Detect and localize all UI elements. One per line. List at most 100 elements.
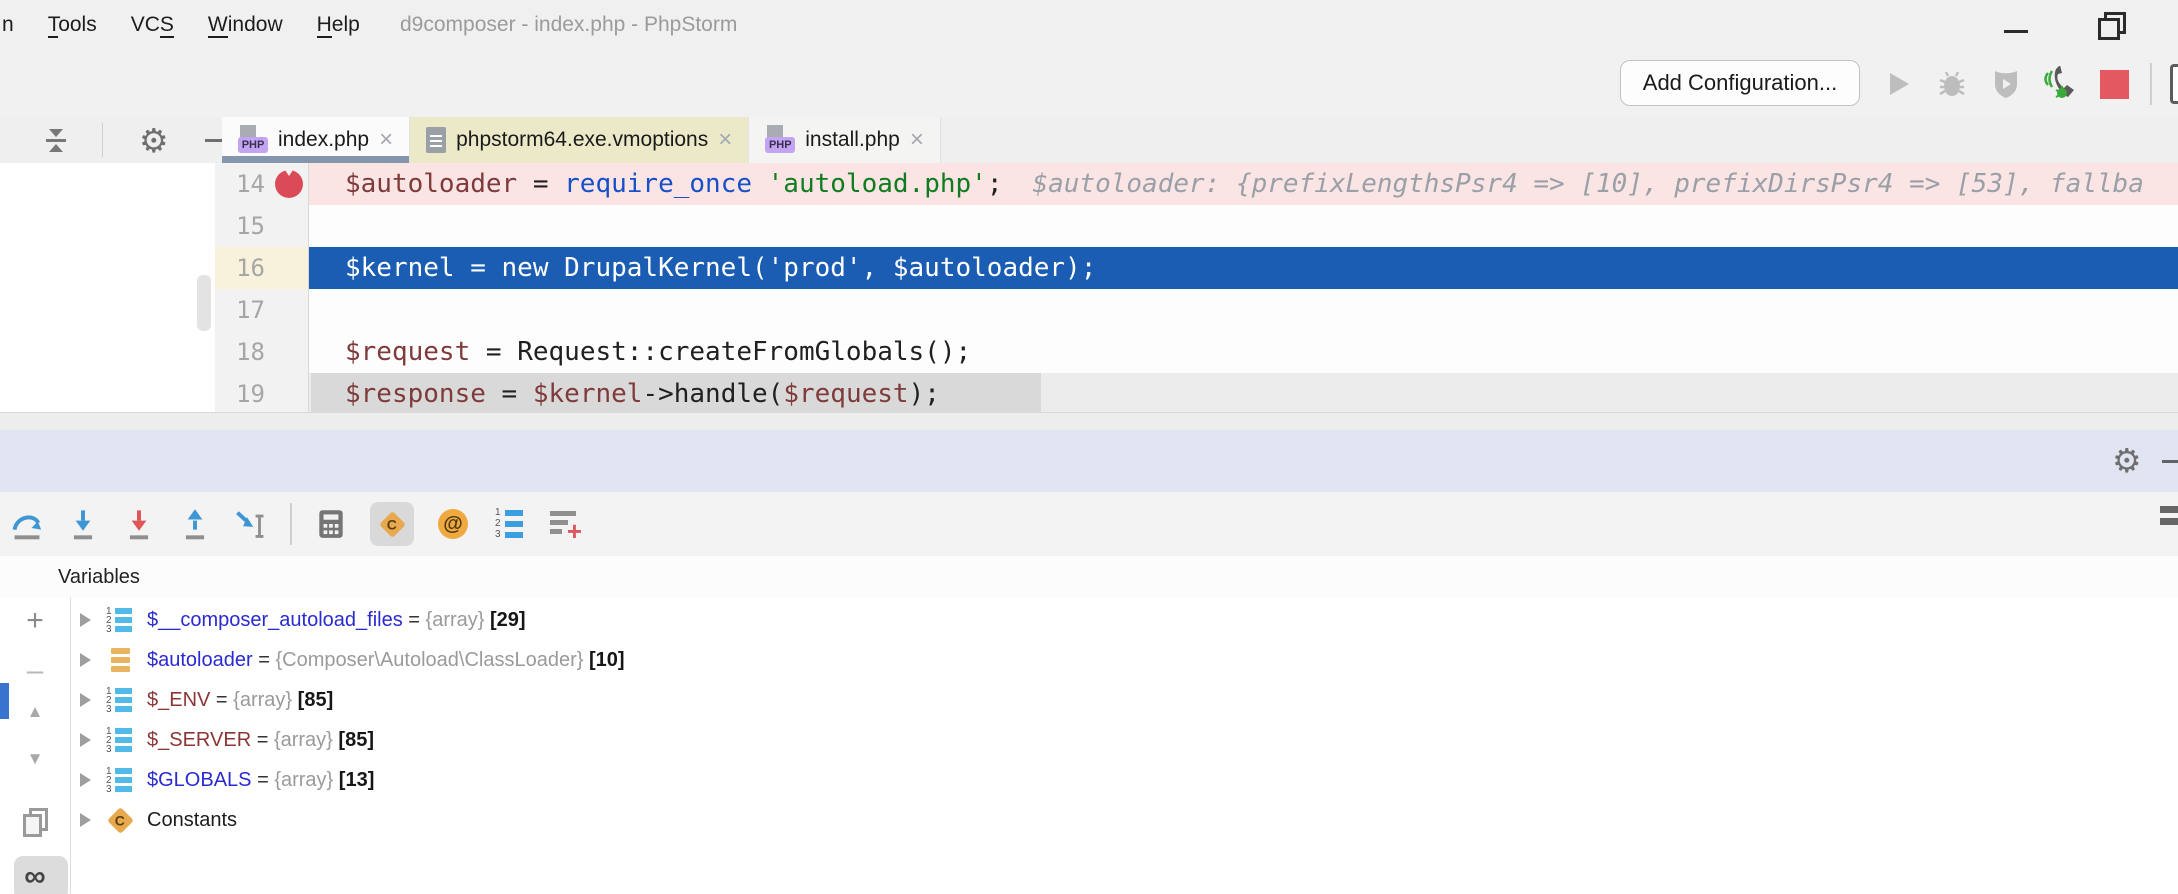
code-line-17[interactable]: 17 — [215, 289, 2178, 331]
code-token — [752, 169, 768, 199]
window-minimize-button[interactable] — [2004, 30, 2028, 33]
code-line-16[interactable]: 16 $kernel = new DrupalKernel('prod', $au… — [215, 247, 2178, 289]
php-file-icon: PHP — [238, 125, 268, 155]
breakpoint-icon[interactable] — [275, 170, 303, 198]
editor-settings-gear-icon[interactable]: ⚙ — [139, 124, 169, 157]
at-icon: @ — [438, 509, 468, 539]
menu-mnemonic: S — [160, 13, 174, 38]
gutter-line-18[interactable]: 18 — [215, 331, 309, 373]
code-editor[interactable]: 14$autoloader = require_once 'autoload.p… — [215, 163, 2178, 412]
code-token: $kernel = new DrupalKernel('prod', $auto… — [345, 253, 1096, 283]
code-line-15[interactable]: 15 — [215, 205, 2178, 247]
tab-phpstorm64-exe-vmoptions[interactable]: phpstorm64.exe.vmoptions× — [410, 117, 749, 163]
remove-watch-button[interactable]: – — [0, 654, 70, 688]
show-indices-toggle[interactable]: 1 2 3 — [492, 507, 526, 541]
code-token: ->handle( — [642, 379, 783, 409]
gutter-line-16[interactable]: 16 — [215, 247, 309, 289]
tab-close-icon[interactable]: × — [910, 128, 924, 152]
tab-close-icon[interactable]: × — [718, 128, 732, 152]
step-into-button[interactable] — [66, 507, 100, 541]
expand-arrow-icon[interactable] — [80, 773, 91, 787]
add-watch-button[interactable]: + — [0, 604, 70, 638]
variable-row[interactable]: 123 $_ENV = {array} [85] — [70, 680, 2178, 720]
project-panel-empty — [0, 163, 216, 412]
expand-arrow-icon[interactable] — [80, 813, 91, 827]
expand-arrow-icon[interactable] — [80, 613, 91, 627]
stop-button[interactable] — [2096, 66, 2132, 102]
variable-row[interactable]: 123$__composer_autoload_files = {array} … — [70, 600, 2178, 640]
array-type-icon: 123 — [105, 687, 135, 713]
code-text[interactable]: $autoloader = require_once 'autoload.php… — [309, 163, 2178, 205]
run-to-cursor-button[interactable] — [234, 507, 268, 541]
variable-text: $_ENV = {array} [85] — [147, 689, 333, 712]
variable-name: $_ENV — [147, 689, 210, 711]
copy-button[interactable] — [0, 808, 70, 834]
gutter-line-14[interactable]: 14 — [215, 163, 309, 205]
run-debug-icons — [1880, 65, 2178, 103]
debug-hide-icon[interactable] — [2162, 460, 2178, 463]
menu-bar: n Tools VCS Window Help — [2, 0, 360, 50]
tab-install-php[interactable]: PHPinstall.php× — [749, 117, 941, 163]
step-over-button[interactable] — [10, 507, 44, 541]
run-button[interactable] — [1880, 66, 1916, 102]
menu-vcs[interactable]: VCS — [131, 13, 174, 37]
gutter-line-15[interactable]: 15 — [215, 205, 309, 247]
expand-arrow-icon[interactable] — [80, 733, 91, 747]
listen-debug-connections-button[interactable] — [2042, 66, 2078, 102]
code-token: $autoloader — [345, 169, 517, 199]
variable-row[interactable]: 123$GLOBALS = {array} [13] — [70, 760, 2178, 800]
variable-row[interactable]: 123$_SERVER = {array} [85] — [70, 720, 2178, 760]
code-text[interactable] — [309, 289, 2178, 331]
calculator-icon — [315, 507, 347, 541]
tab-index-php[interactable]: PHPindex.php× — [222, 117, 410, 163]
code-line-14[interactable]: 14$autoloader = require_once 'autoload.p… — [215, 163, 2178, 205]
tab-close-icon[interactable]: × — [379, 128, 393, 152]
code-text[interactable] — [309, 205, 2178, 247]
panel-splitter[interactable] — [0, 412, 2178, 431]
line-number: 16 — [215, 247, 265, 289]
debug-settings-gear-icon[interactable]: ⚙ — [2112, 444, 2142, 477]
text-file-icon — [426, 127, 446, 153]
variable-count: [13] — [333, 769, 374, 791]
toolbar-separator — [2150, 63, 2152, 105]
menu-help[interactable]: Help — [317, 13, 360, 37]
code-line-18[interactable]: 18$request = Request::createFromGlobals(… — [215, 331, 2178, 373]
debug-button[interactable] — [1934, 66, 1970, 102]
variable-type: {array} — [274, 769, 333, 791]
add-configuration-button[interactable]: Add Configuration... — [1620, 60, 1860, 106]
step-out-button[interactable] — [178, 507, 212, 541]
menu-tools[interactable]: Tools — [48, 13, 97, 37]
move-up-button[interactable]: ▲ — [0, 702, 70, 722]
menu-window[interactable]: Window — [208, 13, 283, 37]
evaluate-expression-button[interactable] — [314, 507, 348, 541]
expand-arrow-icon[interactable] — [80, 693, 91, 707]
scrollbar-thumb[interactable] — [197, 275, 211, 331]
step-into-icon — [66, 507, 100, 541]
code-line-19[interactable]: 19$response = $kernel->handle($request); — [215, 373, 2178, 412]
constant-group-icon: C — [105, 811, 135, 830]
show-constants-toggle[interactable]: C — [370, 502, 414, 546]
window-restore-button[interactable] — [2098, 12, 2124, 38]
variable-type: {Composer\Autoload\ClassLoader} — [275, 649, 583, 671]
move-down-button[interactable]: ▼ — [0, 749, 70, 769]
run-anything-button[interactable] — [2170, 64, 2178, 104]
collapse-panels-icon[interactable] — [46, 129, 66, 152]
code-text[interactable]: $kernel = new DrupalKernel('prod', $auto… — [309, 247, 2178, 289]
gutter-line-19[interactable]: 19 — [215, 373, 309, 412]
code-token: ; — [987, 169, 1003, 199]
code-text[interactable]: $response = $kernel->handle($request); — [309, 373, 2178, 412]
step-out-icon — [178, 507, 212, 541]
add-to-watches-button[interactable]: + — [548, 507, 582, 541]
gutter-line-17[interactable]: 17 — [215, 289, 309, 331]
variable-row[interactable]: CConstants — [70, 800, 2178, 840]
variable-row[interactable]: $autoloader = {Composer\Autoload\ClassLo… — [70, 640, 2178, 680]
variable-type: {array} — [274, 729, 333, 751]
menu-fragment: n — [2, 13, 14, 37]
expand-arrow-icon[interactable] — [80, 653, 91, 667]
stop-icon — [2100, 70, 2129, 99]
layout-settings-icon[interactable] — [2160, 506, 2178, 542]
show-references-toggle[interactable]: @ — [436, 507, 470, 541]
code-text[interactable]: $request = Request::createFromGlobals(); — [309, 331, 2178, 373]
coverage-button[interactable] — [1988, 66, 2024, 102]
force-step-into-button[interactable] — [122, 507, 156, 541]
